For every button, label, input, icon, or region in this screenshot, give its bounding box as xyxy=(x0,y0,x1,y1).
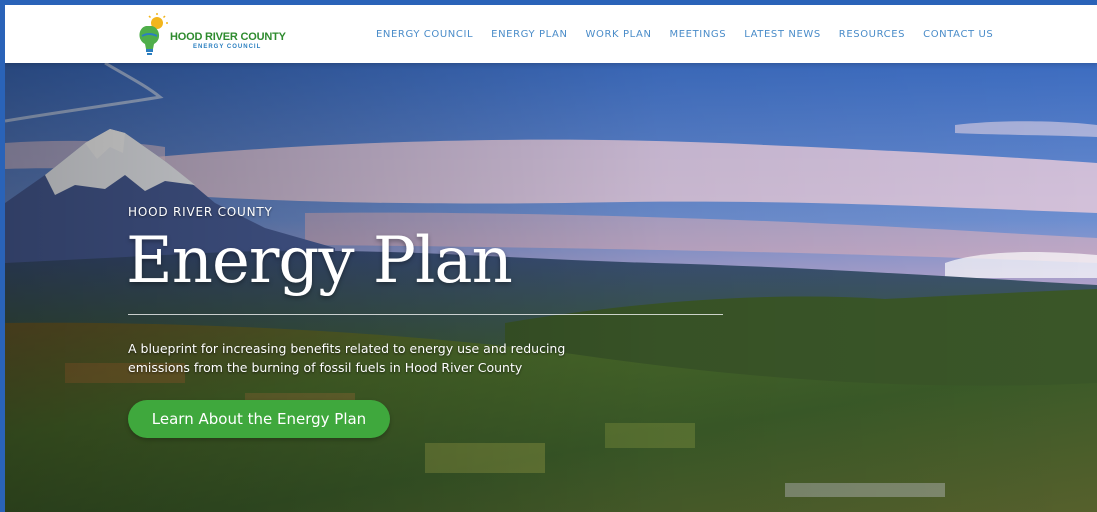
logo-title: HOOD RIVER COUNTY xyxy=(170,31,286,43)
hero-description: A blueprint for increasing benefits rela… xyxy=(128,341,566,375)
nav-energy-council[interactable]: ENERGY COUNCIL xyxy=(376,29,473,40)
lightbulb-sun-icon xyxy=(139,13,168,55)
main-nav: ENERGY COUNCIL ENERGY PLAN WORK PLAN MEE… xyxy=(376,5,993,63)
page-frame: HOOD RIVER COUNTY ENERGY COUNCIL ENERGY … xyxy=(5,5,1097,512)
hero-divider xyxy=(128,314,723,315)
logo-subtitle: ENERGY COUNCIL xyxy=(193,44,262,50)
site-header: HOOD RIVER COUNTY ENERGY COUNCIL ENERGY … xyxy=(5,5,1097,63)
nav-latest-news[interactable]: LATEST NEWS xyxy=(744,29,821,40)
nav-resources[interactable]: RESOURCES xyxy=(839,29,905,40)
learn-energy-plan-button[interactable]: Learn About the Energy Plan xyxy=(128,400,390,438)
nav-contact-us[interactable]: CONTACT US xyxy=(923,29,993,40)
hero-section: HOOD RIVER COUNTY Energy Plan A blueprin… xyxy=(5,63,1097,512)
nav-energy-plan[interactable]: ENERGY PLAN xyxy=(491,29,567,40)
hero-title: Energy Plan xyxy=(126,224,513,298)
nav-meetings[interactable]: MEETINGS xyxy=(670,29,727,40)
hero-eyebrow: HOOD RIVER COUNTY xyxy=(128,205,273,219)
nav-work-plan[interactable]: WORK PLAN xyxy=(586,29,652,40)
site-logo[interactable]: HOOD RIVER COUNTY ENERGY COUNCIL xyxy=(133,12,293,58)
